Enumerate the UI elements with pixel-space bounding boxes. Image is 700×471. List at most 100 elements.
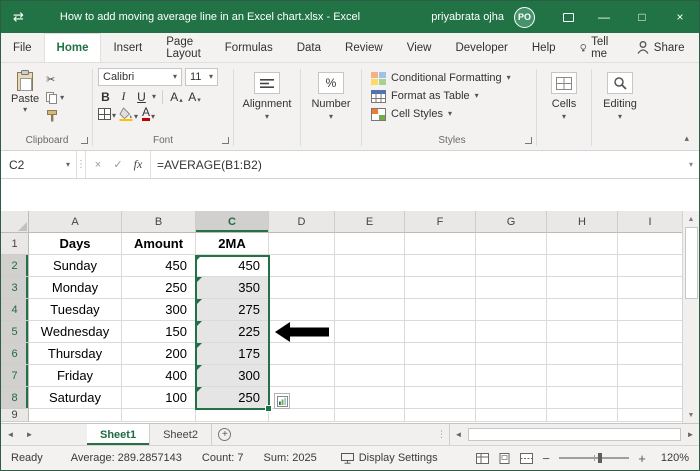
cell-F3[interactable] — [405, 277, 476, 299]
formula-input[interactable]: =AVERAGE(B1:B2) — [151, 151, 683, 178]
zoom-out-button[interactable]: − — [537, 451, 555, 466]
scroll-left-icon[interactable]: ◄ — [450, 430, 467, 439]
cell-A5[interactable]: Wednesday — [29, 321, 122, 343]
scroll-right-icon[interactable]: ► — [682, 430, 699, 439]
decrease-font-size-button[interactable]: A ▾ — [187, 90, 202, 104]
sheet-tab-sheet2[interactable]: Sheet2 — [150, 424, 212, 445]
cell-A1[interactable]: Days — [29, 233, 122, 255]
editing-group[interactable]: Editing ▾ — [593, 65, 647, 150]
share-button[interactable]: Share — [625, 33, 697, 62]
cell-H3[interactable] — [547, 277, 618, 299]
formula-bar-splitter[interactable]: ⋮ — [76, 151, 86, 178]
sheet-nav-right-icon[interactable]: ► — [20, 424, 39, 445]
cell-B8[interactable]: 100 — [122, 387, 196, 409]
cell-A8[interactable]: Saturday — [29, 387, 122, 409]
tab-file[interactable]: File — [1, 33, 44, 62]
cell-F9[interactable] — [405, 409, 476, 422]
cell-C3[interactable]: 350 — [196, 277, 269, 299]
cell-I7[interactable] — [618, 365, 682, 387]
cell-G7[interactable] — [476, 365, 547, 387]
cell-H6[interactable] — [547, 343, 618, 365]
zoom-in-button[interactable]: + — [633, 451, 651, 466]
formula-bar-expand-icon[interactable]: ▾ — [683, 151, 699, 178]
cell-G2[interactable] — [476, 255, 547, 277]
page-break-view-button[interactable] — [515, 449, 537, 468]
close-button[interactable]: × — [661, 1, 699, 33]
cell-C7[interactable]: 300 — [196, 365, 269, 387]
row-header-7[interactable]: 7 — [1, 365, 29, 387]
tab-view[interactable]: View — [395, 33, 444, 62]
underline-button[interactable]: U — [134, 90, 149, 104]
cell-B7[interactable]: 400 — [122, 365, 196, 387]
cell-A6[interactable]: Thursday — [29, 343, 122, 365]
cell-E1[interactable] — [335, 233, 405, 255]
fill-color-button[interactable]: ▾ — [119, 107, 138, 121]
minimize-button[interactable]: — — [585, 1, 623, 33]
cell-F6[interactable] — [405, 343, 476, 365]
column-header-F[interactable]: F — [405, 211, 476, 233]
font-dialog-launcher-icon[interactable] — [222, 137, 229, 144]
status-average[interactable]: Average: 289.2857143 — [71, 452, 182, 464]
cell-H4[interactable] — [547, 299, 618, 321]
cell-I1[interactable] — [618, 233, 682, 255]
cell-G1[interactable] — [476, 233, 547, 255]
zoom-slider[interactable] — [559, 453, 629, 463]
cell-B9[interactable] — [122, 409, 196, 422]
borders-button[interactable]: ▾ — [98, 108, 116, 120]
bold-button[interactable]: B — [98, 90, 113, 104]
column-header-H[interactable]: H — [547, 211, 618, 233]
cell-B3[interactable]: 250 — [122, 277, 196, 299]
status-count[interactable]: Count: 7 — [202, 452, 244, 464]
tab-home[interactable]: Home — [43, 33, 102, 62]
cell-F2[interactable] — [405, 255, 476, 277]
row-header-5[interactable]: 5 — [1, 321, 29, 343]
underline-dropdown-icon[interactable]: ▾ — [152, 92, 156, 101]
cell-F5[interactable] — [405, 321, 476, 343]
cell-I5[interactable] — [618, 321, 682, 343]
zoom-percentage[interactable]: 120% — [655, 452, 689, 464]
new-sheet-button[interactable]: + — [212, 424, 238, 445]
tab-data[interactable]: Data — [285, 33, 333, 62]
cell-C9[interactable] — [196, 409, 269, 422]
cell-H7[interactable] — [547, 365, 618, 387]
cell-D1[interactable] — [269, 233, 335, 255]
format-as-table-button[interactable]: Format as Table ▾ — [371, 87, 533, 105]
scroll-down-icon[interactable]: ▼ — [683, 407, 699, 423]
row-header-8[interactable]: 8 — [1, 387, 29, 409]
column-header-C[interactable]: C — [196, 211, 269, 233]
zoom-slider-thumb[interactable] — [598, 453, 603, 463]
cell-H9[interactable] — [547, 409, 618, 422]
cell-F4[interactable] — [405, 299, 476, 321]
number-group[interactable]: % Number ▾ — [302, 65, 360, 150]
cell-E8[interactable] — [335, 387, 405, 409]
column-header-G[interactable]: G — [476, 211, 547, 233]
cell-A4[interactable]: Tuesday — [29, 299, 122, 321]
cell-B2[interactable]: 450 — [122, 255, 196, 277]
row-header-1[interactable]: 1 — [1, 233, 29, 255]
row-header-3[interactable]: 3 — [1, 277, 29, 299]
paste-button[interactable]: Paste ▾ — [3, 65, 43, 135]
cell-C5[interactable]: 225 — [196, 321, 269, 343]
sheet-nav-left-icon[interactable]: ◄ — [1, 424, 20, 445]
cancel-button[interactable]: × — [88, 159, 108, 171]
row-header-9[interactable]: 9 — [1, 409, 29, 422]
cell-A7[interactable]: Friday — [29, 365, 122, 387]
horizontal-scrollbar-thumb[interactable] — [468, 428, 681, 441]
cell-C4[interactable]: 275 — [196, 299, 269, 321]
cell-E6[interactable] — [335, 343, 405, 365]
cell-G9[interactable] — [476, 409, 547, 422]
conditional-formatting-button[interactable]: Conditional Formatting ▾ — [371, 69, 533, 87]
row-header-4[interactable]: 4 — [1, 299, 29, 321]
copy-button[interactable]: ▾ — [46, 92, 64, 104]
italic-button[interactable]: I — [116, 89, 131, 104]
page-layout-view-button[interactable] — [493, 449, 515, 468]
cell-B5[interactable]: 150 — [122, 321, 196, 343]
cell-I6[interactable] — [618, 343, 682, 365]
tab-formulas[interactable]: Formulas — [213, 33, 285, 62]
cell-H2[interactable] — [547, 255, 618, 277]
cell-F7[interactable] — [405, 365, 476, 387]
normal-view-button[interactable] — [471, 449, 493, 468]
cell-styles-button[interactable]: Cell Styles ▾ — [371, 105, 533, 123]
cell-C6[interactable]: 175 — [196, 343, 269, 365]
column-header-D[interactable]: D — [269, 211, 335, 233]
